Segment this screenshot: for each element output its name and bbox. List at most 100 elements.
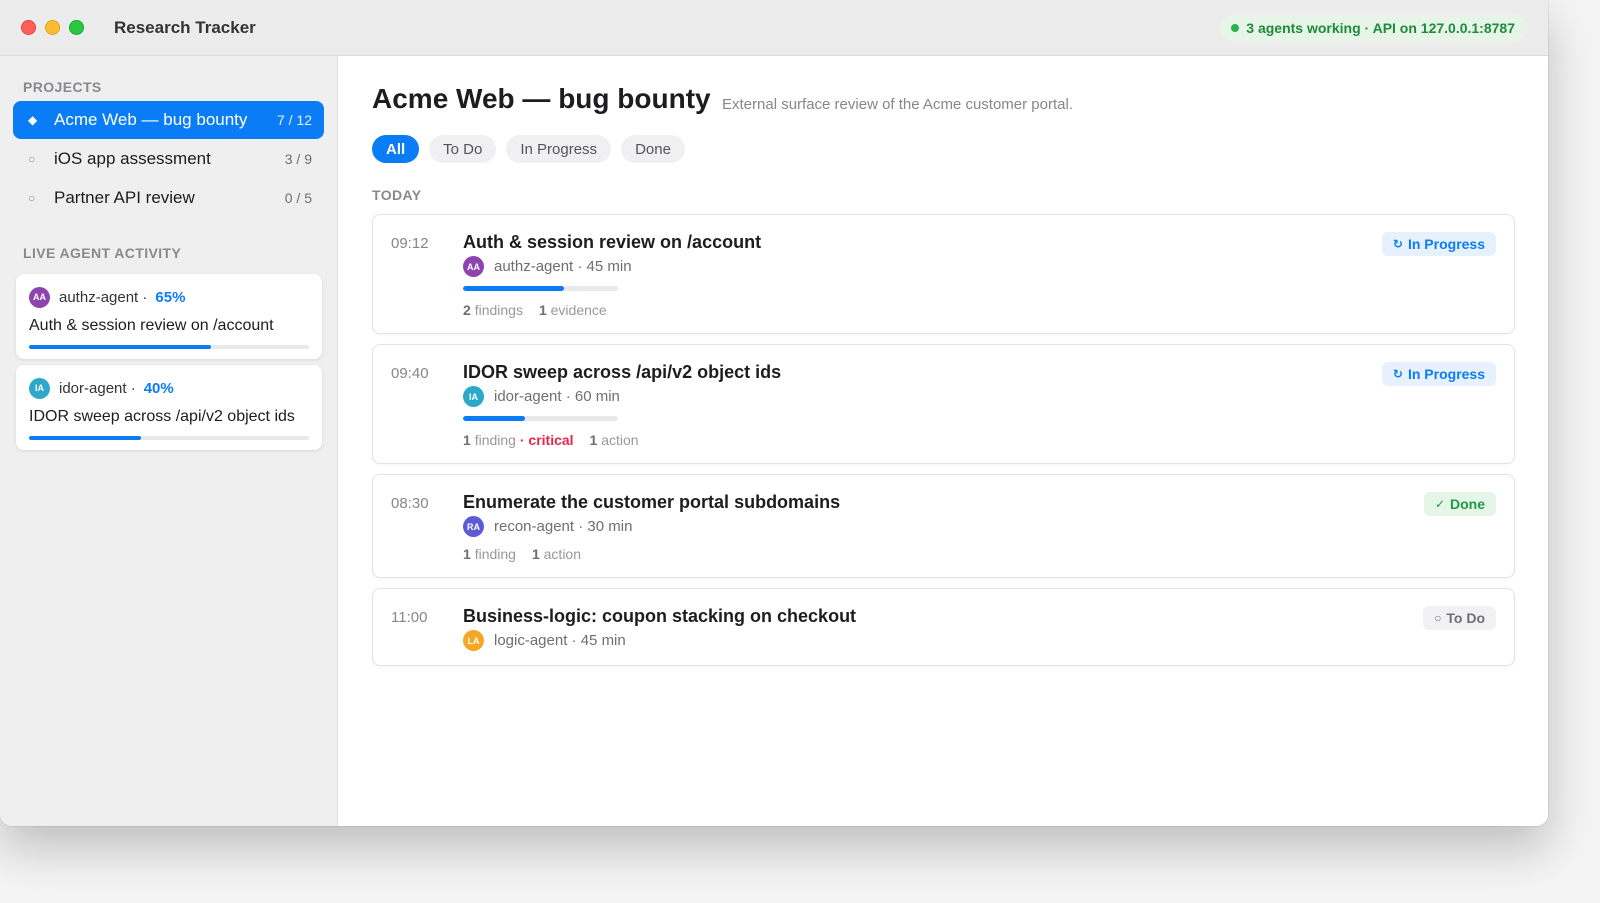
task-time: 09:12 [391,235,429,252]
action-stat: 1 action [531,546,581,562]
progress-bar [29,436,309,440]
task-card[interactable]: 09:40 IDOR sweep across /api/v2 object i… [372,344,1515,464]
task-meta: IA idor-agent · 60 min [463,386,620,407]
agent-activity-card[interactable]: AA authz-agent · 65% Auth & session revi… [16,274,322,359]
filter-tab-in-progress[interactable]: In Progress [506,135,612,163]
task-meta: AA authz-agent · 45 min [463,256,632,277]
task-time: 11:00 [391,609,428,626]
api-status-pill: 3 agents working · API on 127.0.0.1:8787 [1220,15,1527,41]
activity-section-label: LIVE AGENT ACTIVITY [23,245,182,261]
status-badge-label: To Do [1446,610,1485,626]
minimize-window-button[interactable] [45,20,60,35]
avatar: AA [463,256,484,277]
task-agent-duration: authz-agent · 45 min [494,258,632,275]
sidebar: PROJECTS ◆ Acme Web — bug bounty 7 / 12 … [0,56,338,826]
empty-circle-icon: ○ [1434,611,1442,625]
agent-percent: 40% [143,379,174,397]
project-count: 3 / 9 [284,151,312,167]
task-card[interactable]: 09:12 Auth & session review on /account … [372,214,1515,334]
title-bar: Research Tracker 3 agents working · API … [0,0,1548,56]
circle-icon: ○ [28,191,36,205]
avatar: IA [463,386,484,407]
task-title: Enumerate the customer portal subdomains [463,492,841,512]
task-stats: 1 finding · critical 1 action [463,432,639,448]
agent-card-header: IA idor-agent · 40% [29,377,309,399]
task-progress-fill [463,286,564,291]
avatar: IA [29,377,50,399]
project-count: 7 / 12 [276,112,312,128]
agent-task-title: Auth & session review on /account [29,317,274,334]
project-item-acme-web[interactable]: ◆ Acme Web — bug bounty 7 / 12 [13,101,324,139]
close-window-button[interactable] [21,20,36,35]
filter-tab-done[interactable]: Done [621,135,685,163]
task-time: 08:30 [391,495,429,512]
status-badge: ✓ Done [1423,492,1496,516]
progress-bar-fill [29,345,211,349]
diamond-icon: ◆ [28,113,38,127]
severity-sep: · [515,432,529,448]
task-progress-bar [463,286,618,291]
filter-tab-todo[interactable]: To Do [429,135,497,163]
evidence-stat: 1 evidence [538,302,607,318]
task-stats: 2 findings 1 evidence [463,302,607,318]
avatar: AA [29,286,50,308]
page-title: Acme Web — bug bounty [372,83,711,114]
findings-stat: 1 finding · critical [463,432,574,448]
project-name: Acme Web — bug bounty [54,110,248,129]
agent-card-header: AA authz-agent · 65% [29,286,309,308]
api-status-text: 3 agents working · API on 127.0.0.1:8787 [1246,20,1515,36]
circle-icon: ○ [28,152,36,166]
status-badge-label: Done [1450,496,1485,512]
task-progress-fill [463,416,525,421]
refresh-icon: ↻ [1392,237,1403,251]
task-title: Business-logic: coupon stacking on check… [463,606,857,626]
action-stat: 1 action [589,432,639,448]
progress-bar [29,345,309,349]
agent-name: authz-agent · [59,288,148,306]
group-label-today: TODAY [372,187,422,203]
window-controls [21,20,84,35]
app-window: Research Tracker 3 agents working · API … [0,0,1548,826]
task-stats: 1 finding 1 action [463,546,581,562]
status-badge: ○ To Do [1423,606,1496,630]
project-name: Partner API review [54,188,195,207]
filter-tab-all[interactable]: All [372,135,420,163]
agent-task-title: IDOR sweep across /api/v2 object ids [29,408,295,425]
project-item-partner-api[interactable]: ○ Partner API review 0 / 5 [13,179,324,217]
avatar: LA [463,630,484,651]
refresh-icon: ↻ [1392,367,1403,381]
page-subtitle: External surface review of the Acme cust… [722,96,1073,113]
findings-stat: 2 findings [463,302,523,318]
status-badge: ↻ In Progress [1381,232,1496,256]
task-progress-bar [463,416,618,421]
status-dot-icon [1231,24,1240,32]
project-item-ios-app[interactable]: ○ iOS app assessment 3 / 9 [13,140,324,178]
app-title: Research Tracker [114,17,256,37]
main-panel: Acme Web — bug bounty External surface r… [339,56,1548,826]
task-card[interactable]: 08:30 Enumerate the customer portal subd… [372,474,1515,578]
project-name: iOS app assessment [54,149,211,168]
task-title: Auth & session review on /account [463,232,762,252]
task-meta: RA recon-agent · 30 min [463,516,632,537]
task-agent-duration: recon-agent · 30 min [494,518,633,535]
projects-section-label: PROJECTS [23,79,102,95]
task-title: IDOR sweep across /api/v2 object ids [463,362,782,382]
zoom-window-button[interactable] [69,20,84,35]
task-time: 09:40 [391,365,429,382]
status-filter-tabs: All To Do In Progress Done [372,135,685,163]
task-agent-duration: idor-agent · 60 min [494,388,620,405]
avatar: RA [463,516,484,537]
agent-name: idor-agent · [59,379,136,397]
task-meta: LA logic-agent · 45 min [463,630,626,651]
checkmark-icon: ✓ [1434,497,1445,511]
status-badge-label: In Progress [1407,236,1485,252]
findings-stat: 1 finding [463,546,516,562]
task-agent-duration: logic-agent · 45 min [494,632,626,649]
project-count: 0 / 5 [284,190,312,206]
agent-percent: 65% [155,288,186,306]
task-card[interactable]: 11:00 Business-logic: coupon stacking on… [372,588,1515,666]
severity-critical: critical [528,432,574,448]
agent-activity-card[interactable]: IA idor-agent · 40% IDOR sweep across /a… [16,365,322,450]
progress-bar-fill [29,436,141,440]
status-badge: ↻ In Progress [1381,362,1496,386]
